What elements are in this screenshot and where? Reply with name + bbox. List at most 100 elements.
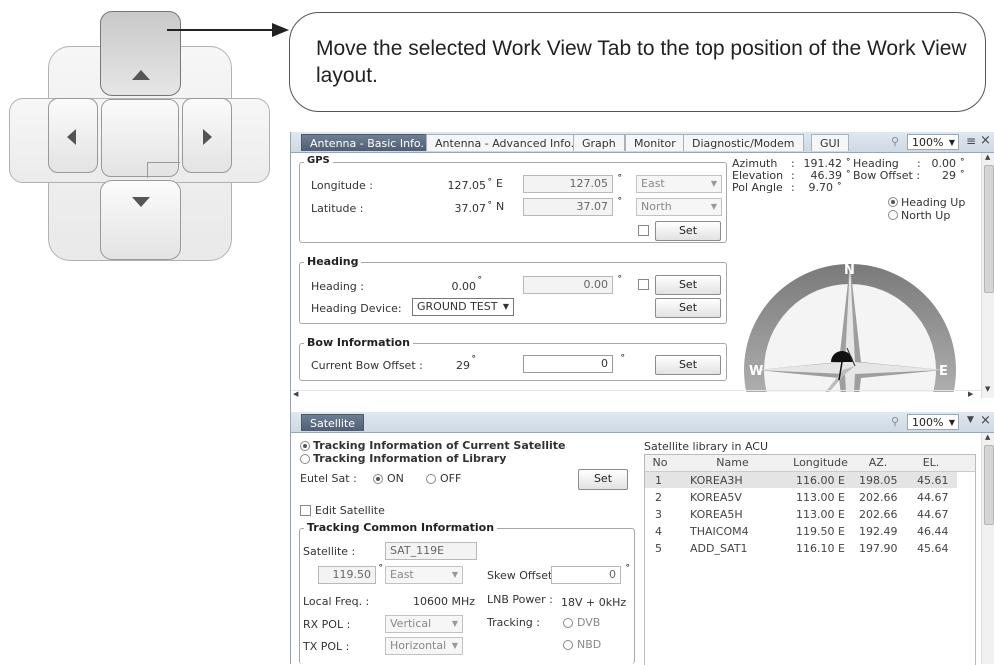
longitude-input[interactable]: 127.05	[523, 175, 613, 193]
zoom-select[interactable]: 100% ▼	[907, 134, 959, 150]
center-key[interactable]	[101, 99, 180, 178]
eutel-on-label: ON	[387, 472, 404, 485]
skew-label: Skew Offset :	[487, 569, 560, 582]
col-el[interactable]: EL.	[905, 456, 957, 469]
top-horizontal-scrollbar[interactable]: ◀ ▶	[291, 390, 981, 401]
row-longitude: 113.00 E	[796, 491, 845, 504]
col-no[interactable]: No	[645, 456, 675, 469]
table-row[interactable]: 5 ADD_SAT1 116.10 E 197.90 45.64	[645, 540, 957, 556]
table-row[interactable]: 4 THAICOM4 119.50 E 192.49 46.44	[645, 523, 957, 539]
compass-w: W	[749, 364, 763, 379]
north-up-label: North Up	[901, 209, 951, 222]
track-library-radio[interactable]	[300, 454, 310, 464]
skew-input[interactable]: 0	[551, 566, 621, 584]
menu-icon[interactable]: ≡	[966, 134, 976, 148]
row-no: 3	[655, 508, 662, 521]
row-name: KOREA5V	[690, 491, 742, 504]
row-no: 5	[655, 542, 662, 555]
row-no: 4	[655, 525, 662, 538]
bottom-scroll-thumb[interactable]	[984, 445, 994, 525]
bottom-close-icon[interactable]: ×	[980, 413, 991, 428]
heading-checkbox[interactable]	[638, 279, 649, 290]
eutel-off-radio[interactable]	[426, 474, 436, 484]
latitude-value: 37.07	[454, 202, 487, 215]
longitude-unit: ˚ E	[487, 177, 503, 190]
lnb-value: 18V + 0kHz	[561, 596, 627, 609]
col-az[interactable]: AZ.	[852, 456, 904, 469]
scroll-up-icon[interactable]: ▲	[985, 153, 990, 161]
satellite-set-button[interactable]: Set	[578, 469, 628, 490]
pin-icon[interactable]: ⚲	[891, 135, 899, 148]
tracking-common-group: Tracking Common Information Satellite : …	[299, 521, 635, 664]
bow-set-button[interactable]: Set	[655, 355, 721, 375]
row-el: 45.64	[917, 542, 949, 555]
track-current-radio[interactable]	[300, 441, 310, 451]
eutel-label: Eutel Sat :	[300, 472, 357, 485]
bottom-zoom-select[interactable]: 100% ▼	[907, 414, 959, 430]
sat-direction-value: East	[390, 568, 414, 581]
rx-pol-select[interactable]: Vertical ▼	[385, 615, 463, 633]
longitude-degree: ˚	[617, 173, 623, 186]
dvb-radio[interactable]	[563, 618, 573, 628]
col-name[interactable]: Name	[676, 456, 789, 469]
heading-input[interactable]: 0.00	[523, 276, 613, 294]
col-longitude[interactable]: Longitude	[790, 456, 851, 469]
eutel-on-radio[interactable]	[373, 474, 383, 484]
longitude-direction-select[interactable]: East ▼	[636, 175, 722, 193]
heading-device-select[interactable]: GROUND TEST ▼	[412, 298, 514, 316]
north-up-radio[interactable]	[888, 210, 898, 220]
row-name: KOREA5H	[690, 508, 743, 521]
bottom-menu-icon[interactable]: ▼	[967, 415, 974, 425]
tab-gui[interactable]: GUI	[811, 134, 849, 151]
edit-satellite-checkbox[interactable]	[300, 505, 311, 516]
close-icon[interactable]: ×	[980, 133, 991, 148]
nbd-radio[interactable]	[563, 640, 573, 650]
scroll-down-icon[interactable]: ▼	[985, 385, 990, 393]
sat-direction-select[interactable]: East ▼	[385, 566, 463, 584]
tracking-common-title: Tracking Common Information	[304, 521, 498, 534]
sat-longitude-input[interactable]: 119.50	[318, 566, 376, 584]
table-row[interactable]: 1 KOREA3H 116.00 E 198.05 45.61	[645, 472, 957, 488]
tx-pol-select[interactable]: Horizontal ▼	[385, 637, 463, 655]
heading-device-set-button[interactable]: Set	[655, 298, 721, 318]
gps-set-button[interactable]: Set	[655, 221, 721, 241]
tab-graph[interactable]: Graph	[573, 134, 625, 151]
gps-checkbox[interactable]	[638, 225, 649, 236]
latitude-input[interactable]: 37.07	[523, 198, 613, 216]
down-key[interactable]	[100, 180, 181, 260]
latitude-direction-select[interactable]: North ▼	[636, 198, 722, 216]
top-vertical-scrollbar[interactable]: ▲ ▼	[981, 153, 994, 398]
scroll-right-icon[interactable]: ▶	[968, 390, 973, 398]
library-title: Satellite library in ACU	[644, 440, 769, 453]
bottom-scroll-up-icon[interactable]: ▲	[985, 433, 990, 441]
tab-antenna-advanced[interactable]: Antenna - Advanced Info.	[426, 134, 584, 151]
bow-offset-input[interactable]: 0	[523, 355, 613, 373]
tab-satellite[interactable]: Satellite	[301, 414, 365, 431]
tracking-label: Tracking :	[487, 616, 540, 629]
top-scroll-thumb[interactable]	[984, 165, 994, 293]
up-key[interactable]	[100, 11, 181, 96]
heading-degree-2: ˚	[617, 274, 623, 287]
heading-set-button[interactable]: Set	[655, 275, 721, 295]
heading-up-radio[interactable]	[888, 197, 898, 207]
callout-text: Move the selected Work View Tab to the t…	[316, 37, 967, 87]
table-row[interactable]: 3 KOREA5H 113.00 E 202.66 44.67	[645, 506, 957, 522]
pol-angle-sep: :	[791, 181, 795, 194]
freq-value: 10600 MHz	[413, 595, 476, 608]
satellite-input[interactable]: SAT_119E	[385, 542, 477, 560]
tab-antenna-basic[interactable]: Antenna - Basic Info.	[301, 134, 433, 151]
tab-monitor[interactable]: Monitor	[625, 134, 685, 151]
up-arrow-icon	[132, 70, 150, 80]
left-key[interactable]	[48, 98, 98, 173]
bottom-vertical-scrollbar[interactable]: ▲	[981, 433, 994, 664]
center-key-mark	[147, 162, 180, 178]
skew-degree: ˚	[625, 563, 631, 576]
status-bow-value: 29 ˚	[942, 169, 965, 182]
right-key[interactable]	[182, 98, 232, 173]
bow-group: Bow Information Current Bow Offset : 29 …	[299, 336, 727, 381]
freq-label: Local Freq. :	[303, 595, 370, 608]
bottom-pin-icon[interactable]: ⚲	[891, 415, 899, 428]
tab-diagnostic[interactable]: Diagnostic/Modem	[683, 134, 804, 151]
scroll-left-icon[interactable]: ◀	[293, 390, 298, 398]
table-row[interactable]: 2 KOREA5V 113.00 E 202.66 44.67	[645, 489, 957, 505]
